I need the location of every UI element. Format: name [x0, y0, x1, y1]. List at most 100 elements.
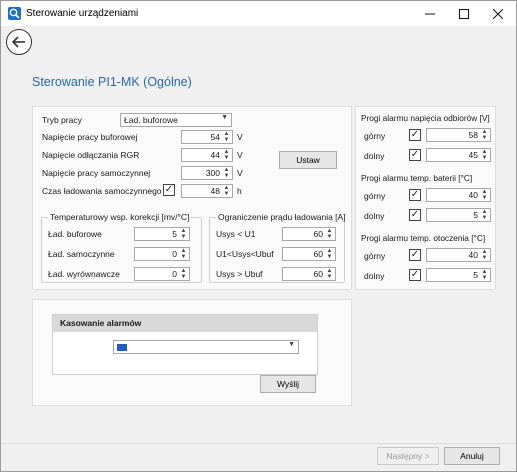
stepper-arrows-icon[interactable]: ▲ ▼	[179, 268, 188, 280]
next-button[interactable]: Następny >	[377, 447, 439, 465]
main-settings-panel: Tryb pracy Ład. buforowe ▼ Napięcie prac…	[32, 106, 352, 290]
stepper-arrows-icon[interactable]: ▲ ▼	[222, 131, 231, 143]
alarm-lower-checkbox[interactable]: ✓	[409, 269, 421, 281]
field-label: Napięcie odłączania RGR	[42, 150, 140, 160]
stepper-arrows-icon[interactable]: ▲ ▼	[480, 129, 489, 141]
alarm-lower-stepper[interactable]: 5 ▲ ▼	[426, 208, 491, 222]
alarm-lower-stepper[interactable]: 5 ▲ ▼	[426, 268, 491, 282]
field-label: Czas ładowania samoczynnego	[42, 186, 162, 196]
group-title: Temperaturowy wsp. korekcji [mv/°C]	[48, 212, 192, 222]
stepper-arrows-icon[interactable]: ▲ ▼	[480, 269, 489, 281]
lower-label: dolny	[364, 271, 385, 281]
alarm-upper-stepper[interactable]: 40 ▲ ▼	[426, 248, 491, 262]
stepper-value: 40	[468, 250, 478, 260]
stepper-arrows-icon[interactable]: ▲ ▼	[325, 228, 334, 240]
czas-ladowania-stepper[interactable]: 48 ▲ ▼	[181, 184, 233, 198]
stepper-arrows-icon[interactable]: ▲ ▼	[222, 167, 231, 179]
stepper-value: 0	[172, 269, 177, 279]
temp-samoczynne-stepper[interactable]: 0 ▲ ▼	[134, 247, 190, 261]
alarm-group-title: Progi alarmu napięcia odbiorów [V]	[361, 113, 490, 123]
alarm-upper-stepper[interactable]: 40 ▲ ▼	[426, 188, 491, 202]
alarm-lower-checkbox[interactable]: ✓	[409, 209, 421, 221]
field-label: Napięcie pracy samoczynnej	[42, 168, 151, 178]
navigation-bar	[1, 26, 516, 66]
stepper-arrows-icon[interactable]: ▲ ▼	[179, 228, 188, 240]
alarm-lower-stepper[interactable]: 45 ▲ ▼	[426, 148, 491, 162]
temp-buforowe-stepper[interactable]: 5 ▲ ▼	[134, 227, 190, 241]
current-u1-stepper[interactable]: 60 ▲ ▼	[282, 227, 336, 241]
send-button[interactable]: Wyślij	[260, 375, 316, 393]
alarm-group-title: Progi alarmu temp. otoczenia [°C]	[361, 233, 486, 243]
row-label: Ład. wyrównawcze	[48, 269, 120, 279]
row-label: Ład. samoczynne	[48, 249, 115, 259]
napiecie-samoczynnej-stepper[interactable]: 300 ▲ ▼	[181, 166, 233, 180]
tryb-pracy-select[interactable]: Ład. buforowe ▼	[120, 113, 232, 127]
unit-label: V	[237, 132, 243, 142]
alarm-reset-select[interactable]: ▼	[113, 340, 299, 354]
page-title: Sterowanie PI1-MK (Ogólne)	[32, 75, 192, 89]
stepper-value: 0	[172, 249, 177, 259]
window-title: Sterowanie urządzeniami	[26, 8, 139, 19]
stepper-arrows-icon[interactable]: ▲ ▼	[480, 149, 489, 161]
stepper-arrows-icon[interactable]: ▲ ▼	[480, 249, 489, 261]
alarm-lower-checkbox[interactable]: ✓	[409, 149, 421, 161]
tryb-pracy-label: Tryb pracy	[42, 115, 82, 125]
stepper-value: 54	[210, 132, 220, 142]
row-label: Usys < U1	[216, 229, 256, 239]
app-icon	[8, 7, 21, 20]
close-button[interactable]	[481, 1, 515, 26]
napiecie-rgr-stepper[interactable]: 44 ▲ ▼	[181, 148, 233, 162]
stepper-value: 60	[313, 229, 323, 239]
alarm-reset-box: Kasowanie alarmów ▼	[52, 314, 318, 375]
selection-highlight	[117, 344, 127, 351]
chevron-down-icon: ▼	[221, 114, 228, 121]
stepper-arrows-icon[interactable]: ▲ ▼	[222, 149, 231, 161]
stepper-value: 5	[473, 210, 478, 220]
row-label: Usys > Ubuf	[216, 269, 263, 279]
back-button[interactable]	[6, 29, 32, 55]
alarm-upper-checkbox[interactable]: ✓	[409, 189, 421, 201]
stepper-arrows-icon[interactable]: ▲ ▼	[222, 185, 231, 197]
chevron-down-icon: ▼	[288, 341, 295, 348]
tryb-pracy-value: Ład. buforowe	[124, 115, 178, 125]
alarm-group-title: Progi alarmu temp. baterii [°C]	[361, 173, 473, 183]
czas-ladowania-checkbox[interactable]: ✓	[163, 184, 175, 196]
arrow-left-icon	[12, 36, 25, 48]
stepper-arrows-icon[interactable]: ▲ ▼	[325, 268, 334, 280]
ustaw-button[interactable]: Ustaw	[279, 151, 337, 169]
current-limit-group: Ograniczenie prądu ładowania [A] Usys < …	[209, 212, 348, 283]
stepper-value: 5	[172, 229, 177, 239]
stepper-value: 48	[210, 186, 220, 196]
upper-label: górny	[364, 131, 386, 141]
stepper-arrows-icon[interactable]: ▲ ▼	[325, 248, 334, 260]
unit-label: V	[237, 168, 243, 178]
cancel-button[interactable]: Anuluj	[444, 447, 500, 465]
alarm-thresholds-panel: Progi alarmu napięcia odbiorów [V] górny…	[355, 106, 496, 290]
group-title: Ograniczenie prądu ładowania [A]	[216, 212, 348, 222]
temp-wyrownawcze-stepper[interactable]: 0 ▲ ▼	[134, 267, 190, 281]
maximize-button[interactable]	[447, 1, 481, 26]
lower-label: dolny	[364, 211, 385, 221]
stepper-value: 60	[313, 249, 323, 259]
stepper-value: 300	[205, 168, 220, 178]
stepper-value: 58	[468, 130, 478, 140]
row-label: Ład. buforowe	[48, 229, 102, 239]
current-ubuf-stepper[interactable]: 60 ▲ ▼	[282, 267, 336, 281]
title-bar: Sterowanie urządzeniami	[1, 1, 516, 26]
alarm-upper-checkbox[interactable]: ✓	[409, 249, 421, 261]
stepper-arrows-icon[interactable]: ▲ ▼	[179, 248, 188, 260]
upper-label: górny	[364, 251, 386, 261]
field-label: Napięcie pracy buforowej	[42, 132, 138, 142]
stepper-arrows-icon[interactable]: ▲ ▼	[480, 209, 489, 221]
stepper-value: 60	[313, 269, 323, 279]
app-window: Sterowanie urządzeniami Sterowanie PI1-M…	[0, 0, 517, 472]
current-mid-stepper[interactable]: 60 ▲ ▼	[282, 247, 336, 261]
alarm-upper-checkbox[interactable]: ✓	[409, 129, 421, 141]
row-label: U1<Usys<Ubuf	[216, 249, 274, 259]
unit-label: V	[237, 150, 243, 160]
stepper-arrows-icon[interactable]: ▲ ▼	[480, 189, 489, 201]
napiecie-buforowej-stepper[interactable]: 54 ▲ ▼	[181, 130, 233, 144]
alarm-upper-stepper[interactable]: 58 ▲ ▼	[426, 128, 491, 142]
stepper-value: 40	[468, 190, 478, 200]
minimize-button[interactable]	[413, 1, 447, 26]
